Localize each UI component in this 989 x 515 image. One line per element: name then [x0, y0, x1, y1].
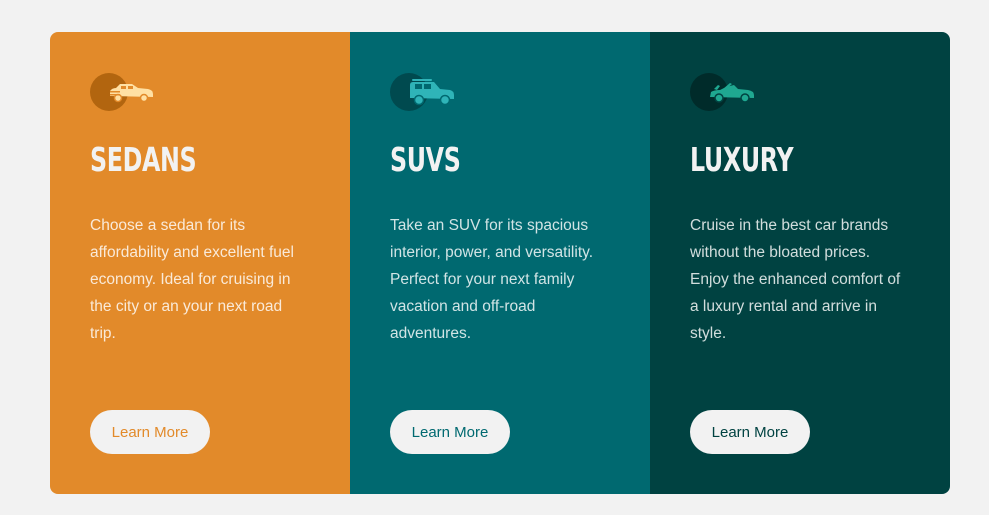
card-description: Choose a sedan for its affordability and… — [90, 217, 294, 342]
card-description: Take an SUV for its spacious interior, p… — [390, 217, 594, 342]
suv-car-icon — [390, 72, 460, 112]
card-title: SUVs — [390, 140, 461, 179]
sedan-car-icon — [90, 72, 160, 112]
card-description: Cruise in the best car brands without th… — [690, 217, 901, 342]
card-title: Luxury — [690, 140, 794, 179]
car-category-cards: Sedans Choose a sedan for its affordabil… — [50, 32, 950, 494]
learn-more-button[interactable]: Learn More — [690, 410, 810, 454]
card-suvs: SUVs Take an SUV for its spacious interi… — [350, 32, 650, 494]
learn-more-button[interactable]: Learn More — [90, 410, 210, 454]
card-luxury: Luxury Cruise in the best car brands wit… — [650, 32, 950, 494]
card-title: Sedans — [90, 140, 197, 179]
luxury-car-icon — [690, 72, 760, 112]
learn-more-button[interactable]: Learn More — [390, 410, 510, 454]
card-sedans: Sedans Choose a sedan for its affordabil… — [50, 32, 350, 494]
